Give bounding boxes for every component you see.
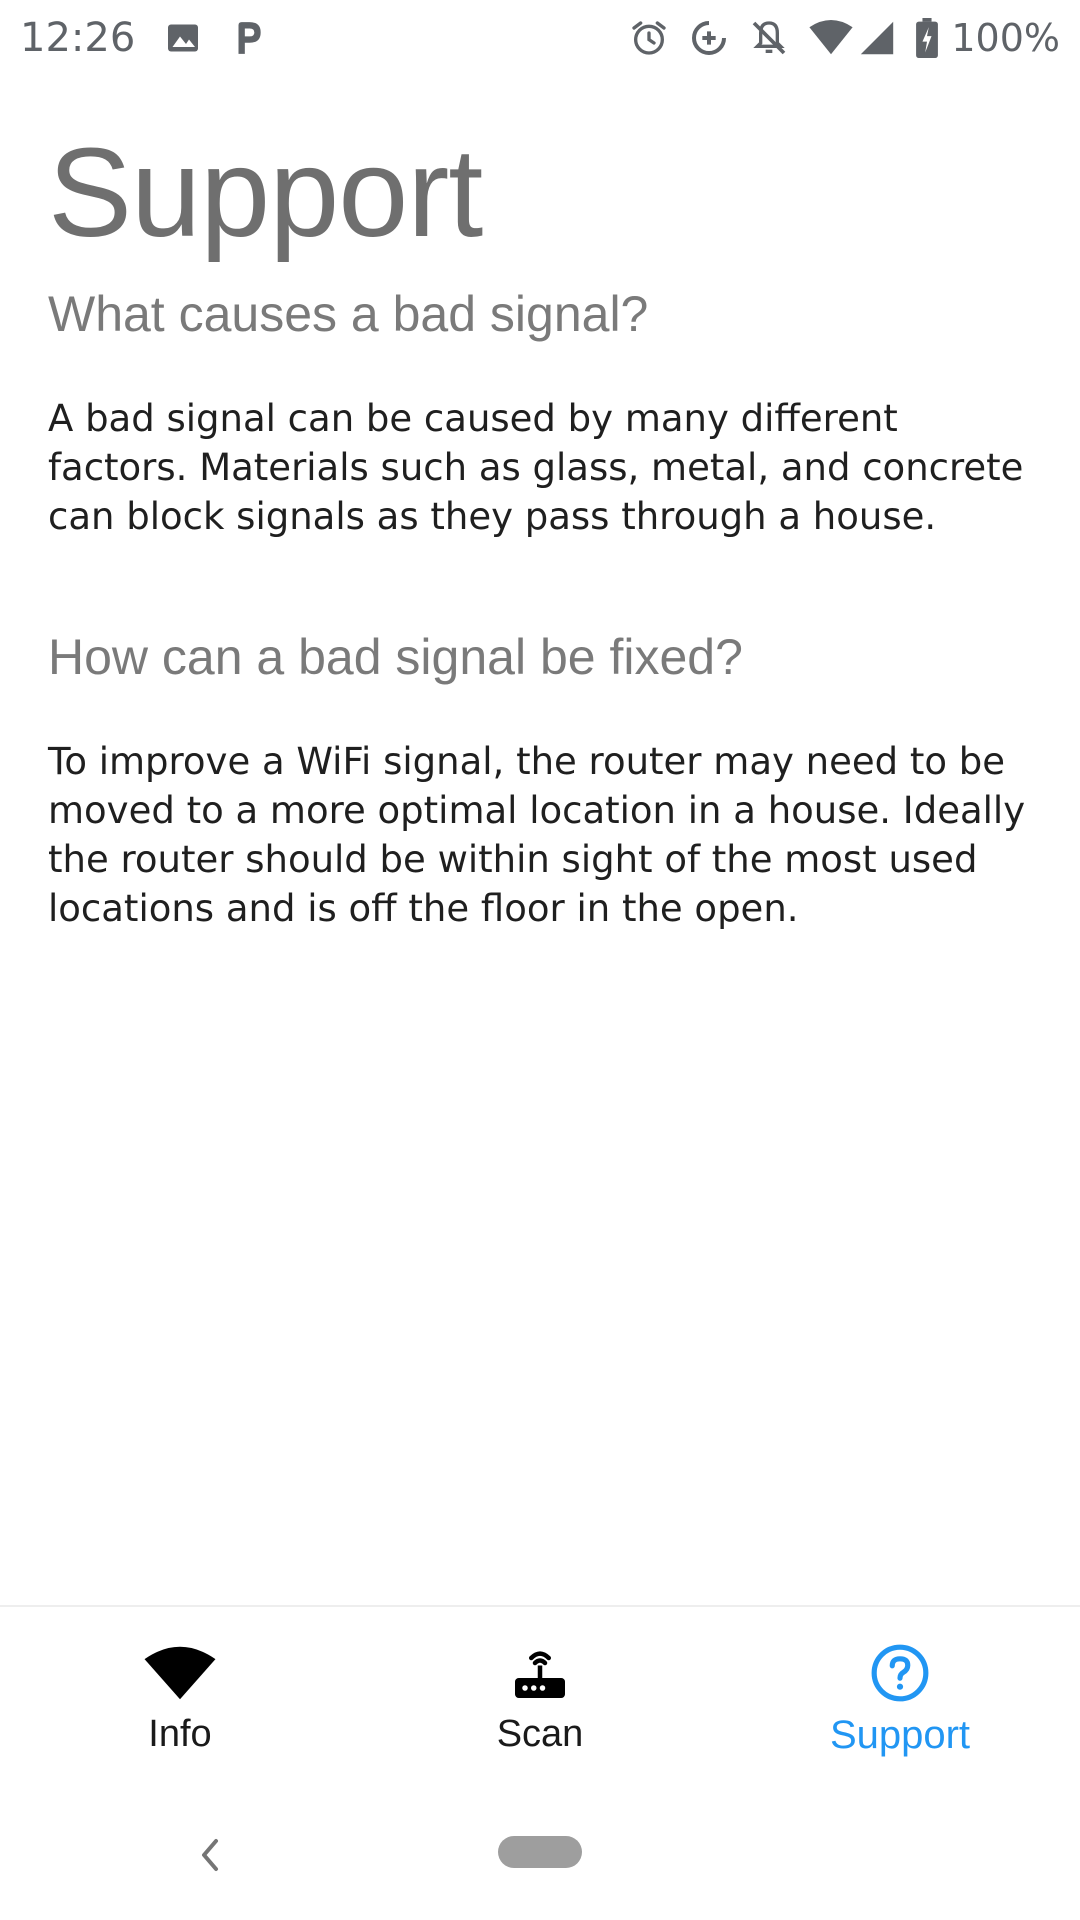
- parking-icon: [231, 19, 265, 57]
- page-title: Support: [48, 122, 483, 263]
- screen: 12:26 100% Support What causes a bad sig…: [0, 0, 1080, 1920]
- router-icon: [510, 1643, 570, 1703]
- nav-label-support: Support: [829, 1713, 971, 1757]
- notifications-off-icon: [749, 18, 789, 58]
- support-content: Support What causes a bad signal? A bad …: [48, 130, 1038, 933]
- nav-label-info: Info: [148, 1713, 212, 1755]
- status-right: 100%: [609, 16, 1060, 60]
- status-left: 12:26: [20, 15, 295, 61]
- wifi-icon: [143, 1643, 217, 1703]
- nav-item-info[interactable]: Info: [0, 1607, 360, 1775]
- status-bar: 12:26 100%: [0, 0, 1080, 76]
- bottom-navigation: Info Scan Support: [0, 1605, 1080, 1775]
- back-chevron-icon[interactable]: [190, 1830, 230, 1880]
- wifi-icon: [809, 20, 853, 56]
- data-saver-icon: [689, 18, 729, 58]
- alarm-icon: [629, 18, 669, 58]
- help-circle-icon: [869, 1643, 931, 1703]
- system-navigation-bar: [0, 1780, 1080, 1920]
- answer-text: A bad signal can be caused by many diffe…: [48, 397, 1024, 538]
- battery-percent: 100%: [951, 16, 1060, 60]
- question-heading: How can a bad signal be fixed?: [48, 629, 743, 685]
- nav-item-scan[interactable]: Scan: [360, 1607, 720, 1775]
- image-icon: [165, 20, 201, 56]
- home-pill-button[interactable]: [498, 1836, 582, 1868]
- status-time: 12:26: [20, 15, 136, 61]
- cell-signal-icon: [859, 20, 895, 56]
- nav-item-support[interactable]: Support: [720, 1607, 1080, 1775]
- nav-label-scan: Scan: [496, 1713, 584, 1755]
- battery-charging-icon: [915, 18, 939, 58]
- answer-text: To improve a WiFi signal, the router may…: [48, 740, 1026, 930]
- question-heading: What causes a bad signal?: [48, 286, 649, 342]
